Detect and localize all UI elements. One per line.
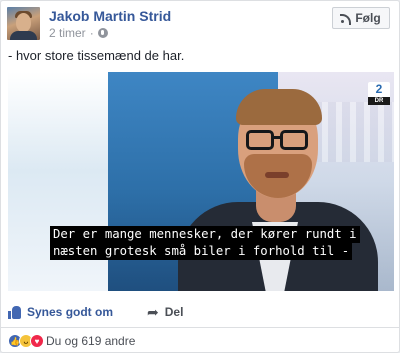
author-avatar[interactable]: [7, 7, 40, 40]
subtitle-line-1: Der er mange mennesker, der kører rundt …: [50, 226, 360, 243]
share-label: Del: [164, 305, 184, 319]
channel-logo: 2 DR: [368, 82, 390, 106]
author-name[interactable]: Jakob Martin Strid: [49, 8, 171, 24]
share-button[interactable]: ➦ Del: [147, 305, 183, 319]
post-caption: - hvor store tissemænd de har.: [8, 48, 185, 63]
channel-number: 2: [368, 82, 390, 97]
meta-separator: ·: [89, 26, 94, 40]
post-meta: 2 timer ·: [49, 26, 108, 40]
reaction-icons: 👍 ᴗ ♥: [8, 334, 44, 348]
follow-button[interactable]: Følg: [332, 7, 390, 29]
rss-icon: [340, 13, 352, 25]
subtitle-line-2: næsten grotesk små biler i forhold til -: [50, 243, 353, 260]
divider: [1, 327, 399, 328]
channel-name: DR: [368, 97, 390, 105]
like-button[interactable]: Synes godt om: [8, 305, 113, 319]
post-time[interactable]: 2 timer: [49, 26, 86, 40]
video-player[interactable]: 2 DR Der er mange mennesker, der kører r…: [8, 72, 394, 291]
reactions-bar[interactable]: 👍 ᴗ ♥ Du og 619 andre: [8, 333, 135, 349]
reactions-summary[interactable]: Du og 619 andre: [46, 334, 135, 348]
love-reaction-icon: ♥: [30, 334, 44, 348]
post-card: Jakob Martin Strid 2 timer · Følg - hvor…: [0, 0, 400, 353]
globe-icon[interactable]: [97, 28, 108, 38]
like-icon: [8, 305, 21, 319]
share-icon: ➦: [147, 304, 159, 320]
like-label: Synes godt om: [27, 305, 114, 319]
post-actions: Synes godt om ➦ Del: [8, 301, 394, 323]
video-subtitles: Der er mange mennesker, der kører rundt …: [50, 226, 371, 260]
follow-label: Følg: [355, 11, 381, 25]
